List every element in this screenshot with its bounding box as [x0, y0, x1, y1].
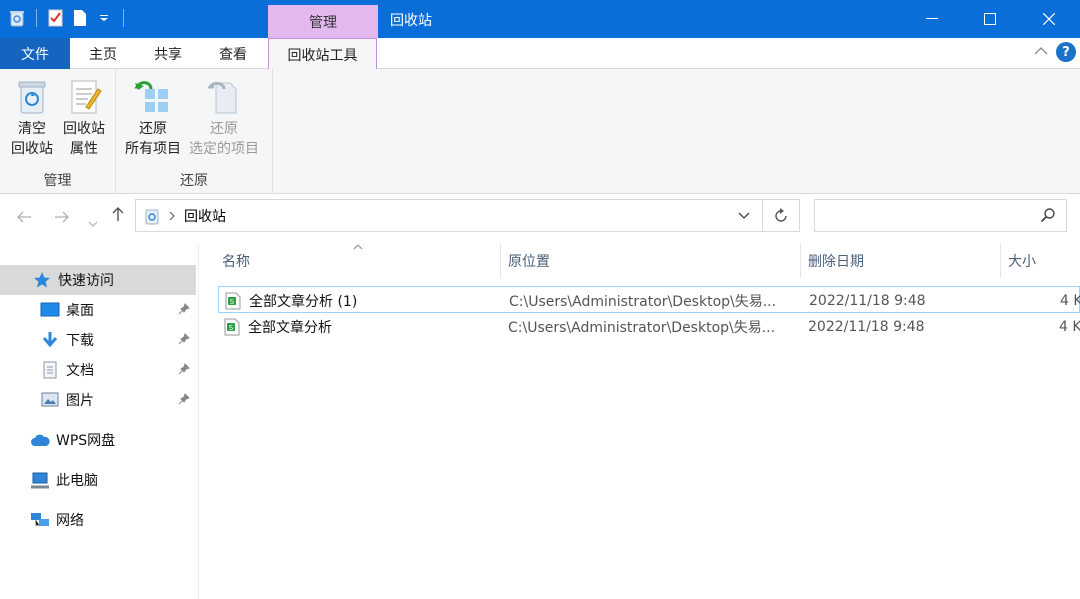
back-icon[interactable] — [16, 208, 32, 227]
minimize-icon — [926, 18, 938, 19]
chevron-right-icon[interactable] — [168, 211, 176, 221]
svg-text:S: S — [230, 298, 235, 306]
empty-recycle-bin-button[interactable]: 清空 回收站 — [4, 77, 60, 159]
separator — [36, 9, 37, 27]
svg-text:S: S — [229, 324, 234, 332]
column-header-date-deleted[interactable]: 删除日期 — [800, 244, 1000, 278]
quick-access-toolbar — [8, 8, 128, 28]
file-row[interactable]: S 全部文章分析 (1) C:\Users\Administrator\Desk… — [218, 286, 1080, 313]
sidebar-item-network[interactable]: 网络 — [0, 505, 196, 535]
help-icon[interactable]: ? — [1056, 42, 1076, 62]
file-size-cell: 4 K — [1060, 292, 1080, 309]
column-header-original-location[interactable]: 原位置 — [500, 244, 800, 278]
pictures-icon — [40, 391, 60, 409]
separator — [123, 9, 124, 27]
properties-icon[interactable] — [47, 8, 65, 28]
search-icon — [1040, 208, 1055, 223]
maximize-button[interactable] — [961, 0, 1019, 38]
pin-icon[interactable] — [178, 363, 190, 379]
file-row[interactable]: S 全部文章分析 C:\Users\Administrator\Desktop\… — [218, 313, 1080, 340]
ribbon: 清空 回收站 回收站 属性 管理 还原 所有项目 还原 选定的项目 还原 — [0, 69, 1080, 194]
file-size-cell: 4 K — [1059, 318, 1080, 335]
tab-home[interactable]: 主页 — [74, 38, 132, 69]
close-icon — [1043, 13, 1055, 25]
sidebar-item-documents[interactable]: 文档 — [0, 355, 196, 385]
restore-selected-button[interactable]: 还原 选定的项目 — [186, 77, 262, 159]
spreadsheet-file-icon: S — [224, 318, 240, 335]
recycle-bin-icon[interactable] — [8, 8, 26, 28]
star-icon — [32, 271, 52, 289]
computer-icon — [30, 471, 50, 489]
title-bar: 管理 回收站 — [0, 0, 1080, 38]
recycle-bin-icon — [18, 81, 46, 114]
pin-icon[interactable] — [178, 333, 190, 349]
group-manage: 清空 回收站 回收站 属性 管理 — [0, 69, 116, 194]
sidebar-item-wps-cloud[interactable]: WPS网盘 — [0, 425, 196, 455]
file-name-cell: S 全部文章分析 (1) — [225, 287, 505, 314]
document-icon — [40, 361, 60, 379]
sidebar-item-quick-access[interactable]: 快速访问 — [0, 265, 196, 295]
file-list: 名称 原位置 删除日期 大小 S 全部文章分析 (1) C:\Users\Adm… — [200, 244, 1080, 599]
group-restore: 还原 所有项目 还原 选定的项目 还原 — [116, 69, 273, 194]
recent-locations-chevron-icon[interactable] — [88, 212, 98, 231]
minimize-button[interactable] — [903, 0, 961, 38]
address-dropdown-chevron-icon[interactable] — [738, 212, 750, 220]
tab-recycle-bin-tools[interactable]: 回收站工具 — [268, 38, 377, 70]
refresh-button[interactable] — [762, 199, 800, 232]
restore-all-icon — [134, 81, 168, 112]
restore-selected-icon — [207, 81, 237, 114]
ribbon-controls: ? — [1034, 42, 1076, 62]
restore-all-button[interactable]: 还原 所有项目 — [120, 77, 186, 159]
close-button[interactable] — [1020, 0, 1078, 38]
group-label-restore: 还原 — [180, 173, 208, 189]
file-location-cell: C:\Users\Administrator\Desktop\失易... — [509, 293, 777, 310]
new-folder-icon[interactable] — [71, 8, 89, 28]
spreadsheet-file-icon: S — [225, 292, 241, 309]
breadcrumb-recycle-bin[interactable]: 回收站 — [184, 206, 226, 226]
column-header-size[interactable]: 大小 — [1000, 244, 1080, 278]
refresh-icon — [775, 207, 787, 222]
tab-share[interactable]: 共享 — [138, 38, 198, 69]
search-input[interactable] — [814, 199, 1067, 232]
network-icon — [30, 511, 50, 529]
tab-file[interactable]: 文件 — [0, 38, 70, 69]
address-bar[interactable]: 回收站 — [135, 199, 763, 232]
pin-icon[interactable] — [178, 303, 190, 319]
sidebar-item-this-pc[interactable]: 此电脑 — [0, 465, 196, 495]
window-title: 回收站 — [390, 13, 432, 29]
recycle-bin-icon — [145, 209, 159, 224]
desktop-icon — [40, 301, 60, 319]
group-label-manage: 管理 — [43, 173, 72, 189]
pin-icon[interactable] — [178, 393, 190, 409]
sidebar-item-pictures[interactable]: 图片 — [0, 385, 196, 415]
properties-icon — [71, 80, 102, 114]
ribbon-tabs: 文件 主页 共享 查看 回收站工具 ? — [0, 38, 1080, 70]
navigation-bar: 回收站 — [0, 194, 1080, 244]
recycle-bin-properties-button[interactable]: 回收站 属性 — [56, 77, 112, 159]
download-arrow-icon — [40, 331, 60, 349]
tab-view[interactable]: 查看 — [204, 38, 262, 69]
sidebar-item-desktop[interactable]: 桌面 — [0, 295, 196, 325]
sidebar-item-downloads[interactable]: 下载 — [0, 325, 196, 355]
file-location-cell: C:\Users\Administrator\Desktop\失易... — [508, 319, 776, 336]
collapse-ribbon-icon[interactable] — [1034, 44, 1048, 60]
file-deleted-cell: 2022/11/18 9:48 — [809, 292, 926, 309]
file-deleted-cell: 2022/11/18 9:48 — [808, 318, 925, 335]
up-icon[interactable] — [111, 206, 125, 226]
cloud-icon — [30, 431, 50, 449]
navigation-pane: 快速访问 桌面 下载 文档 图片 WPS网盘 此电脑 网络 — [0, 244, 199, 599]
chevron-down-icon[interactable] — [95, 8, 113, 28]
forward-icon[interactable] — [54, 208, 70, 227]
context-tab-manage[interactable]: 管理 — [268, 5, 378, 38]
column-header-name[interactable]: 名称 — [214, 244, 500, 278]
maximize-icon — [984, 13, 996, 25]
file-name-cell: S 全部文章分析 — [224, 313, 504, 340]
